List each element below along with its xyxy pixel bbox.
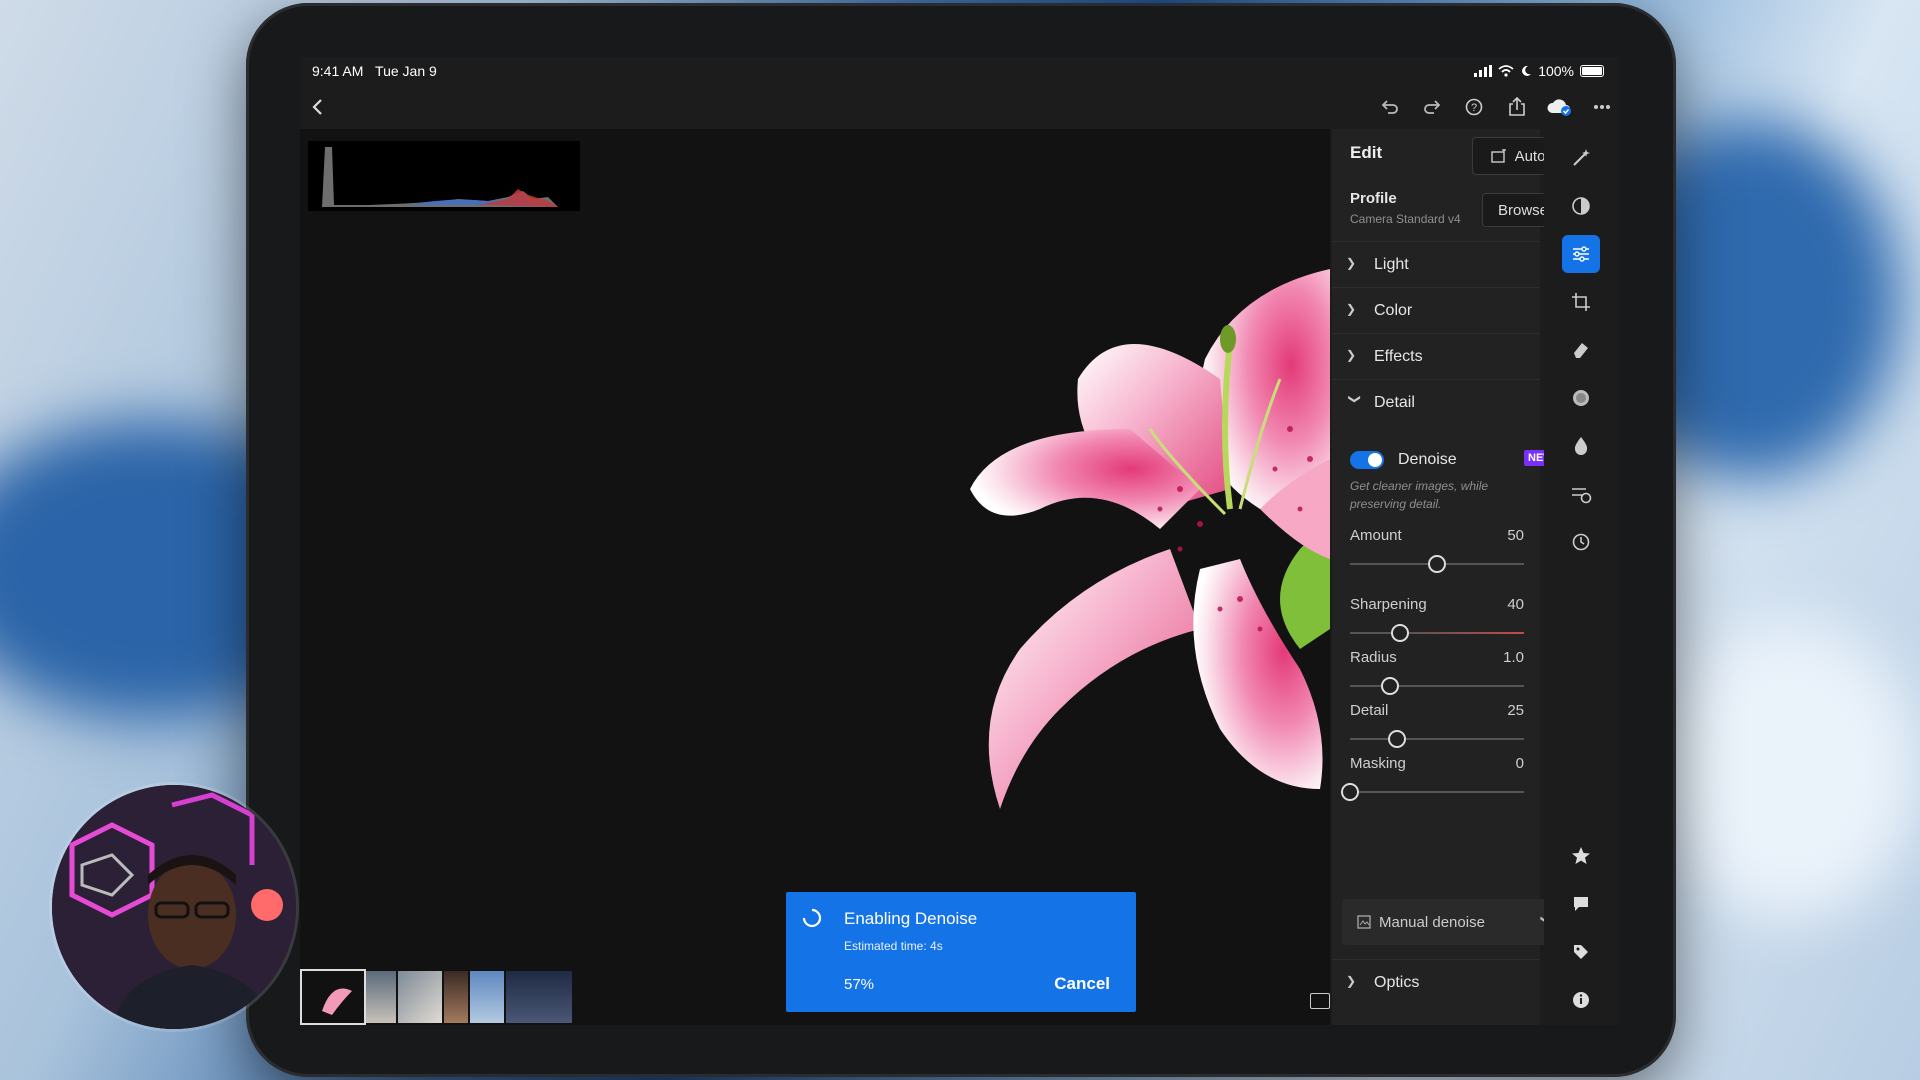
filmstrip-thumb[interactable] — [470, 971, 504, 1023]
status-time: 9:41 AM Tue Jan 9 — [312, 63, 437, 79]
back-icon[interactable] — [304, 93, 332, 121]
slider-track-masking[interactable] — [1341, 783, 1524, 801]
photo-canvas[interactable] — [300, 129, 1330, 969]
crop-icon[interactable] — [1562, 283, 1600, 321]
history-icon[interactable] — [1562, 523, 1600, 561]
cellular-signal-icon — [1474, 65, 1493, 77]
chevron-right-icon: ❯ — [1346, 302, 1357, 316]
cancel-button[interactable]: Cancel — [1054, 974, 1110, 994]
slider-thumb[interactable] — [1341, 783, 1359, 801]
star-icon[interactable] — [1562, 837, 1600, 875]
slider-thumb[interactable] — [1381, 677, 1400, 695]
slider-thumb[interactable] — [1391, 624, 1410, 642]
filmstrip-thumb[interactable] — [366, 971, 396, 1023]
slider-track-sharpening[interactable] — [1350, 624, 1524, 642]
chevron-right-icon: ❯ — [1346, 256, 1357, 270]
slider-value-masking: 0 — [1515, 755, 1524, 772]
slider-track-detail[interactable] — [1350, 730, 1524, 748]
masking-icon[interactable] — [1562, 379, 1600, 417]
battery-percent: 100% — [1538, 63, 1574, 79]
tag-icon[interactable] — [1562, 933, 1600, 971]
toast-subtitle: Estimated time: 4s — [844, 939, 943, 953]
blur-drop-icon[interactable] — [1562, 427, 1600, 465]
help-icon[interactable]: ? — [1460, 93, 1488, 121]
info-icon[interactable] — [1562, 981, 1600, 1019]
slider-value-detail: 25 — [1507, 702, 1524, 719]
toast-title: Enabling Denoise — [844, 909, 978, 928]
denoise-label: Denoise — [1398, 451, 1457, 468]
redo-icon[interactable] — [1418, 93, 1446, 121]
cloud-sync-icon[interactable] — [1545, 93, 1573, 121]
wifi-icon — [1498, 65, 1514, 77]
status-bar: 9:41 AM Tue Jan 9 100% — [300, 57, 1620, 87]
section-optics[interactable]: ❯ Optics — [1332, 959, 1540, 1006]
profile-label: Profile — [1350, 190, 1397, 207]
slider-value-radius: 1.0 — [1503, 649, 1524, 666]
adjust-sliders-icon[interactable] — [1562, 235, 1600, 273]
slider-label-detail: Detail — [1350, 702, 1389, 719]
presenter-webcam — [52, 785, 296, 1029]
filmstrip-thumb[interactable] — [300, 969, 366, 1025]
edit-panel: Edit Auto Profile Camera Standard v4 Bro… — [1332, 129, 1568, 1025]
comment-icon[interactable] — [1562, 885, 1600, 923]
filmstrip-thumb[interactable] — [506, 971, 572, 1023]
manual-denoise-label: Manual denoise — [1379, 913, 1485, 931]
lightroom-screen: 9:41 AM Tue Jan 9 100% ? Edit Auto Profi… — [300, 57, 1620, 1025]
healing-eraser-icon[interactable] — [1562, 331, 1600, 369]
slider-track-amount[interactable] — [1350, 555, 1524, 573]
slider-thumb[interactable] — [1387, 730, 1406, 748]
chevron-down-icon: ❯ — [1348, 394, 1362, 405]
slider-thumb[interactable] — [1428, 555, 1446, 573]
section-detail[interactable]: ❯ Detail — [1332, 379, 1540, 426]
panel-title: Edit — [1350, 143, 1383, 162]
more-icon[interactable] — [1588, 93, 1616, 121]
versions-icon[interactable] — [1562, 475, 1600, 513]
slider-label-amount: Amount — [1350, 527, 1402, 544]
toast-progress: 57% — [844, 976, 875, 993]
svg-text:?: ? — [1471, 102, 1477, 114]
auto-magic-icon[interactable] — [1562, 139, 1600, 177]
profile-value: Camera Standard v4 — [1350, 212, 1461, 226]
image-icon — [1357, 915, 1371, 929]
denoise-description: Get cleaner images, while preserving det… — [1350, 479, 1489, 511]
slider-label-masking: Masking — [1350, 755, 1406, 772]
filmstrip-thumb[interactable] — [398, 971, 442, 1023]
undo-icon[interactable] — [1376, 93, 1404, 121]
wallpaper-swirl — [1660, 620, 1920, 920]
slider-label-radius: Radius — [1350, 649, 1397, 666]
denoise-progress-toast: Enabling Denoise Estimated time: 4s 57% … — [786, 892, 1136, 1012]
manual-denoise-dropdown[interactable]: Manual denoise ❯ — [1342, 899, 1568, 945]
tool-rail — [1544, 129, 1620, 1025]
battery-icon — [1580, 65, 1604, 77]
share-icon[interactable] — [1503, 93, 1531, 121]
lily-flower-image — [970, 269, 1330, 809]
filmstrip-thumb[interactable] — [444, 971, 468, 1023]
filmstrip-toggle-icon[interactable] — [1310, 993, 1330, 1009]
section-light[interactable]: ❯ Light — [1332, 241, 1540, 288]
slider-value-amount: 50 — [1507, 527, 1524, 544]
spinner-icon — [802, 908, 822, 928]
slider-value-sharpening: 40 — [1507, 596, 1524, 613]
denoise-toggle[interactable] — [1350, 451, 1384, 469]
top-toolbar: ? — [300, 87, 1620, 127]
moon-icon — [1522, 65, 1532, 76]
chevron-right-icon: ❯ — [1346, 348, 1357, 362]
section-effects[interactable]: ❯ Effects — [1332, 333, 1540, 380]
slider-label-sharpening: Sharpening — [1350, 596, 1427, 613]
auto-photo-icon — [1490, 149, 1506, 163]
presets-icon[interactable] — [1562, 187, 1600, 225]
section-color[interactable]: ❯ Color — [1332, 287, 1540, 334]
chevron-right-icon: ❯ — [1346, 974, 1357, 988]
slider-track-radius[interactable] — [1350, 677, 1524, 695]
auto-label: Auto — [1514, 147, 1546, 165]
